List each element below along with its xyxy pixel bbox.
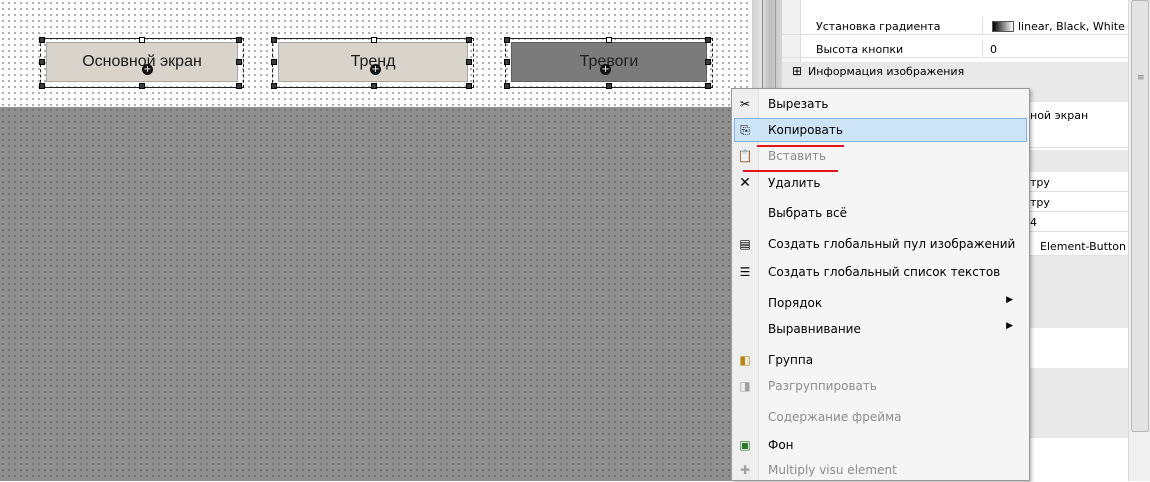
resize-handle[interactable] xyxy=(466,59,472,65)
menu-item-delete[interactable]: ✕ Удалить xyxy=(734,171,1027,195)
menu-item-create-text-list[interactable]: ☰ Создать глобальный список текстов xyxy=(734,260,1027,284)
resize-handle[interactable] xyxy=(705,37,711,43)
column-divider xyxy=(982,40,983,57)
resize-handle[interactable] xyxy=(606,83,612,89)
menu-item-paste[interactable]: 📋 Вставить xyxy=(734,144,1027,168)
menu-item-copy[interactable]: ⎘ Копировать xyxy=(734,118,1027,142)
resize-handle[interactable] xyxy=(504,37,510,43)
menu-item-label: Группа xyxy=(768,353,814,367)
resize-handle[interactable] xyxy=(39,59,45,65)
menu-item-cut[interactable]: ✂ Вырезать xyxy=(734,92,1027,116)
menu-item-alignment[interactable]: Выравнивание ▶ xyxy=(734,317,1027,341)
resize-handle[interactable] xyxy=(705,59,711,65)
resize-handle[interactable] xyxy=(606,37,612,43)
resize-handle[interactable] xyxy=(705,83,711,89)
menu-item-ungroup[interactable]: ◨ Разгруппировать xyxy=(734,374,1027,398)
resize-handle[interactable] xyxy=(466,83,472,89)
menu-item-label: Содержание фрейма xyxy=(768,410,902,424)
resize-handle[interactable] xyxy=(139,37,145,43)
paste-icon: 📋 xyxy=(737,149,753,163)
annotation-underline xyxy=(757,145,844,147)
resize-handle[interactable] xyxy=(236,83,242,89)
scissors-icon: ✂ xyxy=(739,97,751,111)
resize-handle[interactable] xyxy=(466,37,472,43)
editor-canvas-area[interactable] xyxy=(0,107,752,481)
column-divider xyxy=(982,17,983,34)
menu-item-group[interactable]: ◧ Группа xyxy=(734,348,1027,372)
delete-icon: ✕ xyxy=(739,175,751,191)
expand-icon[interactable]: ⊞ xyxy=(792,64,802,78)
menu-item-label: Разгруппировать xyxy=(768,379,877,393)
ungroup-icon: ◨ xyxy=(739,379,751,393)
property-name: Высота кнопки xyxy=(816,43,904,56)
resize-handle[interactable] xyxy=(271,83,277,89)
property-group-row[interactable]: ⊞ Информация изображения xyxy=(782,62,1128,82)
resize-handle[interactable] xyxy=(271,59,277,65)
property-value: 0 xyxy=(990,43,997,56)
menu-item-select-all[interactable]: Выбрать всё xyxy=(734,201,1027,225)
resize-handle[interactable] xyxy=(371,37,377,43)
menu-item-label: Порядок xyxy=(768,296,823,310)
visu-button-trend[interactable]: Тренд xyxy=(278,42,468,82)
menu-item-background[interactable]: ▣ Фон xyxy=(734,433,1027,457)
copy-icon: ⎘ xyxy=(740,123,750,137)
menu-item-create-image-pool[interactable]: ▤ Создать глобальный пул изображений xyxy=(734,232,1027,256)
menu-item-label: Вставить xyxy=(768,149,827,163)
submenu-arrow-icon: ▶ xyxy=(1006,295,1013,305)
background-icon: ▣ xyxy=(739,438,751,452)
menu-item-frame-content[interactable]: Содержание фрейма xyxy=(734,405,1027,429)
resize-handle[interactable] xyxy=(504,59,510,65)
menu-item-label: Копировать xyxy=(768,123,843,137)
resize-handle[interactable] xyxy=(139,83,145,89)
properties-scrollbar[interactable]: ≡ xyxy=(1128,0,1150,481)
property-group-name: Информация изображения xyxy=(808,65,965,78)
menu-item-order[interactable]: Порядок ▶ xyxy=(734,291,1027,315)
visu-button-alarms[interactable]: Тревоги xyxy=(511,42,707,82)
property-row[interactable]: Высота кнопки 0 xyxy=(782,40,1128,58)
property-name: Установка градиента xyxy=(816,20,941,33)
annotation-underline xyxy=(743,170,838,172)
resize-handle[interactable] xyxy=(39,37,45,43)
menu-item-multiply-visu-element[interactable]: ✚ Multiply visu element xyxy=(734,458,1027,482)
submenu-arrow-icon: ▶ xyxy=(1006,321,1013,331)
move-crosshair-icon[interactable]: + xyxy=(370,64,381,75)
gradient-swatch-icon xyxy=(992,21,1014,32)
group-icon: ◧ xyxy=(739,353,751,367)
resize-handle[interactable] xyxy=(236,37,242,43)
text-list-icon: ☰ xyxy=(739,265,751,279)
image-pool-icon: ▤ xyxy=(739,237,751,251)
menu-item-label: Фон xyxy=(768,438,794,452)
grip-icon: ≡ xyxy=(1137,73,1145,83)
menu-item-label: Выбрать всё xyxy=(768,206,848,220)
menu-item-label: Multiply visu element xyxy=(768,463,897,477)
visu-button-main-screen[interactable]: Основной экран xyxy=(46,42,238,82)
property-row[interactable]: Установка градиента linear, Black, White xyxy=(782,17,1128,35)
resize-handle[interactable] xyxy=(371,83,377,89)
property-value: linear, Black, White xyxy=(1018,20,1125,33)
menu-item-label: Вырезать xyxy=(768,97,829,111)
resize-handle[interactable] xyxy=(271,37,277,43)
move-crosshair-icon[interactable]: + xyxy=(600,64,611,75)
menu-item-label: Выравнивание xyxy=(768,322,861,336)
move-crosshair-icon[interactable]: + xyxy=(142,64,153,75)
scrollbar-thumb[interactable]: ≡ xyxy=(1131,0,1149,432)
menu-item-label: Удалить xyxy=(768,176,821,190)
resize-handle[interactable] xyxy=(39,83,45,89)
multiply-icon: ✚ xyxy=(739,463,751,477)
resize-handle[interactable] xyxy=(236,59,242,65)
resize-handle[interactable] xyxy=(504,83,510,89)
menu-item-label: Создать глобальный список текстов xyxy=(768,265,1001,279)
menu-item-label: Создать глобальный пул изображений xyxy=(768,237,1016,251)
